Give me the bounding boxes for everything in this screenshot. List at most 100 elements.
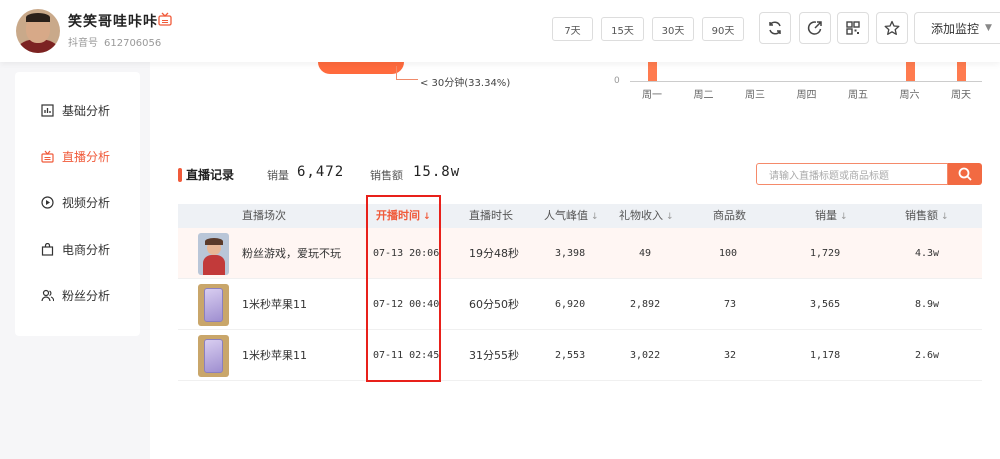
cell-products: 73 <box>724 299 737 310</box>
sidebar-item-label: 视频分析 <box>62 195 111 210</box>
weekday-label: 周一 <box>642 90 662 101</box>
sort-arrow-icon: ↓ <box>591 212 599 222</box>
table-row[interactable]: 粉丝游戏，爱玩不玩 07-13 20:06 19分48秒 3,398 49 10… <box>178 228 982 279</box>
refresh-button[interactable] <box>759 12 791 44</box>
sidebar-item-basic[interactable]: 基础分析 <box>41 100 110 120</box>
highlight-frame <box>366 195 441 382</box>
avatar-hair <box>26 13 50 22</box>
cell-gift: 3,022 <box>630 350 661 361</box>
cell-products: 100 <box>719 248 738 259</box>
sort-arrow-icon: ↓ <box>666 212 674 222</box>
col-label: 商品数 <box>713 209 746 222</box>
range-30d-button[interactable]: 30天 <box>652 17 694 41</box>
search-icon <box>958 167 972 181</box>
qrcode-icon <box>846 21 860 35</box>
col-sales[interactable]: 销量 ↓ <box>815 204 848 228</box>
col-label: 销售额 <box>905 209 938 222</box>
col-gift[interactable]: 礼物收入 ↓ <box>619 204 674 228</box>
weekday-label: 周二 <box>693 90 714 101</box>
sidebar-item-label: 电商分析 <box>62 242 111 257</box>
weekday-bar <box>905 62 915 81</box>
cell-amount: 4.3w <box>915 248 940 259</box>
bar-chart-icon <box>41 103 54 117</box>
table-row[interactable]: 1米秒苹果11 07-12 00:40 60分50秒 6,920 2,892 7… <box>178 279 982 330</box>
donut-label: < 30分钟(33.34%) <box>420 78 511 89</box>
sidebar-item-label: 基础分析 <box>62 103 111 118</box>
cell-amount: 8.9w <box>915 299 940 310</box>
play-circle-icon <box>41 195 54 209</box>
col-label: 礼物收入 <box>619 209 663 222</box>
shopping-bag-icon <box>41 242 54 256</box>
live-cover-thumbnail[interactable] <box>198 233 229 275</box>
col-peak[interactable]: 人气峰值 ↓ <box>544 204 599 228</box>
refresh-icon <box>769 21 781 35</box>
sidebar-item-fans[interactable]: 粉丝分析 <box>41 285 110 305</box>
col-label: 直播场次 <box>242 209 286 222</box>
main-panel: < 30分钟(33.34%) 0 周一 周二 周三 周四 周五 周六 周天 直播记录 销量 … <box>150 62 1000 459</box>
duration-donut-segment <box>318 62 404 74</box>
search-placeholder: 请输入直播标题或商品标题 <box>769 170 889 182</box>
cell-sales: 1,178 <box>810 350 841 361</box>
cell-title[interactable]: 1米秒苹果11 <box>242 279 307 330</box>
col-label: 销量 <box>815 209 837 222</box>
favorite-button[interactable] <box>876 12 908 44</box>
douyin-id-label: 抖音号 <box>68 38 98 49</box>
sidebar-item-live[interactable]: 直播分析 <box>41 146 110 166</box>
range-90d-button[interactable]: 90天 <box>702 17 744 41</box>
weekday-label: 周五 <box>848 90 868 101</box>
sidebar-item-video[interactable]: 视频分析 <box>41 192 110 212</box>
live-records-table: 直播场次 开播时间 ↓ 直播时长 人气峰值 ↓ 礼物收入 ↓ 商品数 销量 ↓ 销售额 ↓… <box>178 204 982 381</box>
douyin-id: 抖音号 612706056 <box>68 34 161 49</box>
user-group-icon <box>41 289 54 301</box>
bar-axis-zero: 0 <box>614 76 620 86</box>
live-cover-thumbnail[interactable] <box>198 284 229 326</box>
qrcode-button[interactable] <box>837 12 869 44</box>
live-cover-thumbnail[interactable] <box>198 335 229 377</box>
weekday-label: 周六 <box>899 90 920 101</box>
bar-axis-line <box>630 81 982 82</box>
cell-peak: 3,398 <box>555 248 586 259</box>
col-products: 商品数 <box>713 204 746 228</box>
weekday-label: 周四 <box>796 90 817 101</box>
range-7d-button[interactable]: 7天 <box>552 17 593 41</box>
section-accent-bar <box>178 168 182 182</box>
range-15d-button[interactable]: 15天 <box>601 17 644 41</box>
table-row[interactable]: 1米秒苹果11 07-11 02:45 31分55秒 2,553 3,022 3… <box>178 330 982 381</box>
top-header: 笑笑哥哇咔咔 抖音号 612706056 7天 15天 30天 90天 添加监控… <box>0 0 1000 62</box>
cell-title[interactable]: 粉丝游戏，爱玩不玩 <box>242 228 341 279</box>
cell-peak: 6,920 <box>555 299 586 310</box>
col-session: 直播场次 <box>242 204 286 228</box>
sidebar-item-ecommerce[interactable]: 电商分析 <box>41 239 110 259</box>
weekday-bar <box>648 62 657 81</box>
live-badge-icon <box>158 12 172 26</box>
search-button[interactable] <box>948 163 982 185</box>
col-amount[interactable]: 销售额 ↓ <box>905 204 949 228</box>
cell-sales: 3,565 <box>810 299 841 310</box>
cell-title[interactable]: 1米秒苹果11 <box>242 330 307 381</box>
weekday-label: 周三 <box>745 90 765 101</box>
thumb-figure <box>205 238 223 245</box>
avatar[interactable] <box>16 9 60 53</box>
thumb-figure <box>203 255 225 275</box>
chevron-down-icon: ▼ <box>985 23 992 33</box>
cell-duration: 60分50秒 <box>469 298 519 311</box>
cell-amount: 2.6w <box>915 350 940 361</box>
share-button[interactable] <box>799 12 831 44</box>
share-icon <box>807 21 822 35</box>
sales-amount-label: 销售额 <box>370 169 403 182</box>
sidebar-item-label: 粉丝分析 <box>62 288 111 303</box>
col-duration: 直播时长 <box>469 204 513 228</box>
section-title: 直播记录 <box>186 168 235 182</box>
live-tv-icon <box>41 150 54 163</box>
col-label: 人气峰值 <box>544 209 588 222</box>
thumb-figure <box>204 288 223 322</box>
cell-gift: 49 <box>639 248 652 259</box>
search-input[interactable]: 请输入直播标题或商品标题 <box>756 163 948 185</box>
cell-duration: 19分48秒 <box>469 247 519 260</box>
cell-sales: 1,729 <box>810 248 841 259</box>
sort-arrow-icon: ↓ <box>941 212 949 222</box>
donut-leader-line <box>396 66 418 80</box>
cell-duration: 31分55秒 <box>469 349 519 362</box>
add-monitor-dropdown[interactable]: 添加监控 ▼ <box>914 12 1000 44</box>
cell-products: 32 <box>724 350 737 361</box>
